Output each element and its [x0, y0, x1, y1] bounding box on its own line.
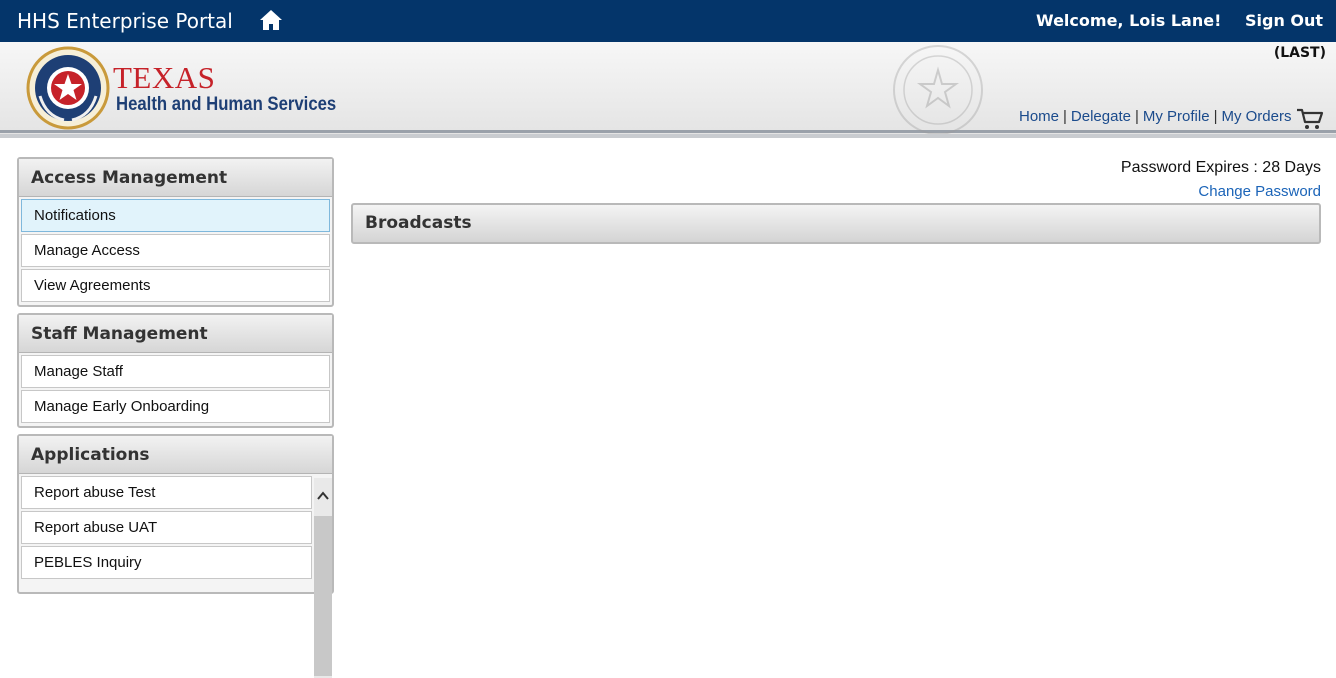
- nav-home-link[interactable]: Home: [1019, 108, 1059, 125]
- panel-title-applications: Applications: [19, 436, 332, 474]
- sidebar-item-view-agreements[interactable]: View Agreements: [21, 269, 330, 302]
- nav-my-profile-link[interactable]: My Profile: [1143, 108, 1210, 125]
- password-expiry-text: Password Expires : 28 Days: [1120, 159, 1321, 176]
- top-bar: HHS Enterprise Portal Welcome, Lois Lane…: [0, 0, 1336, 42]
- staff-management-panel: Staff Management Manage Staff Manage Ear…: [17, 313, 334, 428]
- cart-icon[interactable]: [1296, 108, 1324, 130]
- nav-separator: |: [1213, 108, 1218, 125]
- sidebar-item-manage-access[interactable]: Manage Access: [21, 234, 330, 267]
- home-icon[interactable]: [259, 9, 283, 31]
- applications-panel: Applications Report abuse Test Report ab…: [17, 434, 334, 678]
- app-title: HHS Enterprise Portal: [17, 9, 233, 33]
- nav-delegate-link[interactable]: Delegate: [1071, 108, 1131, 125]
- nav-separator: |: [1134, 108, 1139, 125]
- sidebar-item-manage-early-onboarding[interactable]: Manage Early Onboarding: [21, 390, 330, 423]
- applications-scrollbar[interactable]: [314, 478, 332, 678]
- applications-list: Report abuse Test Report abuse UAT PEBLE…: [19, 476, 332, 678]
- sign-out-link[interactable]: Sign Out: [1245, 11, 1323, 30]
- utility-nav: Home | Delegate | My Profile | My Orders: [1019, 108, 1291, 125]
- nav-my-orders-link[interactable]: My Orders: [1221, 108, 1291, 125]
- state-seal-watermark-icon: [893, 45, 983, 134]
- sidebar-item-manage-staff[interactable]: Manage Staff: [21, 355, 330, 388]
- nav-separator: |: [1063, 108, 1067, 125]
- logo-wordmark-texas: TEXAS: [113, 60, 216, 95]
- chevron-up-icon[interactable]: [315, 488, 331, 504]
- header-divider: [0, 130, 1336, 133]
- texas-hhs-seal-icon: [26, 46, 110, 130]
- broadcasts-header: Broadcasts: [351, 203, 1321, 244]
- welcome-message: Welcome, Lois Lane!: [1036, 11, 1222, 30]
- change-password-link[interactable]: Change Password: [1198, 183, 1321, 200]
- logo-wordmark-hhs: Health and Human Services: [116, 94, 337, 115]
- sidebar-item-pebles-inquiry[interactable]: PEBLES Inquiry: [21, 546, 312, 579]
- panel-title-access-management: Access Management: [19, 159, 332, 197]
- access-management-panel: Access Management Notifications Manage A…: [17, 157, 334, 307]
- sidebar-item-notifications[interactable]: Notifications: [21, 199, 330, 232]
- sidebar-item-report-abuse-uat[interactable]: Report abuse UAT: [21, 511, 312, 544]
- panel-title-staff-management: Staff Management: [19, 315, 332, 353]
- sidebar-item-report-abuse-test[interactable]: Report abuse Test: [21, 476, 312, 509]
- scrollbar-thumb[interactable]: [314, 516, 332, 676]
- role-tag: (LAST): [1273, 45, 1326, 61]
